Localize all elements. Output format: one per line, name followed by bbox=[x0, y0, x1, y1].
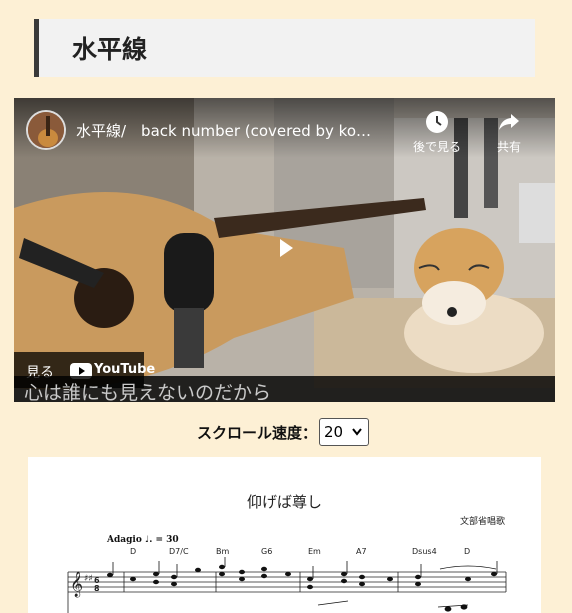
youtube-wordmark: YouTube bbox=[94, 362, 156, 377]
watch-later-label: 後で見る bbox=[412, 140, 461, 154]
sheet-music: 仰げば尊し 文部省唱歌 Adagio ♩. = 30 D D7/C Bm G6 … bbox=[28, 457, 541, 613]
chord-label: G6 bbox=[261, 547, 273, 556]
share-label: 共有 bbox=[496, 140, 521, 154]
sheet-title: 仰げば尊し bbox=[246, 493, 322, 511]
share-button[interactable]: 共有 bbox=[489, 110, 529, 155]
watch-later-button[interactable]: 後で見る bbox=[407, 110, 467, 155]
svg-text:♯♯: ♯♯ bbox=[84, 574, 93, 584]
video-title[interactable]: 水平線/ back number (covered by ko… bbox=[76, 120, 396, 141]
svg-text:𝄞: 𝄞 bbox=[70, 571, 83, 597]
scroll-speed-value: 20 bbox=[324, 423, 344, 441]
music-staff: 𝄞 ♯♯ 6 8 bbox=[67, 557, 507, 613]
channel-avatar[interactable] bbox=[26, 110, 66, 150]
clock-icon bbox=[426, 111, 448, 133]
chord-label: D7/C bbox=[169, 547, 189, 556]
chord-label: Em bbox=[308, 547, 321, 556]
lyric-text: 心は誰にも見えないのだから bbox=[24, 382, 272, 402]
scroll-speed-select[interactable]: 20 bbox=[319, 418, 370, 446]
svg-text:8: 8 bbox=[94, 584, 100, 593]
page-title-box: 水平線 bbox=[34, 19, 535, 77]
lyric-caption: 心は誰にも見えないのだから bbox=[14, 376, 555, 402]
play-icon[interactable] bbox=[260, 230, 310, 266]
chord-label: Bm bbox=[216, 547, 230, 556]
share-icon bbox=[499, 114, 519, 130]
youtube-embed[interactable]: 水平線/ back number (covered by ko… 後で見る 共有… bbox=[14, 98, 555, 402]
chord-label: D bbox=[130, 547, 137, 556]
scroll-speed-label: スクロール速度： bbox=[197, 423, 318, 442]
chord-label: Dsus4 bbox=[412, 547, 437, 556]
chevron-down-icon bbox=[352, 428, 362, 436]
chord-label: D bbox=[464, 547, 471, 556]
sheet-author: 文部省唱歌 bbox=[459, 517, 505, 527]
chord-label: A7 bbox=[356, 547, 367, 556]
sheet-tempo: Adagio ♩. = 30 bbox=[107, 535, 179, 545]
page-title: 水平線 bbox=[72, 35, 148, 64]
scroll-speed-control: スクロール速度： 20 bbox=[197, 418, 370, 446]
